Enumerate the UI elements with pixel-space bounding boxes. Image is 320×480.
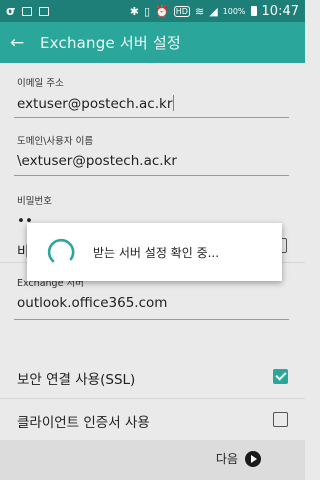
bluetooth-icon: ✱ [129, 4, 140, 18]
progress-dialog: 받는 서버 설정 확인 중... [27, 223, 282, 281]
sigma-icon: σ [6, 4, 16, 18]
bottom-bar: 다음 [0, 440, 305, 480]
progress-message: 받는 서버 설정 확인 중... [93, 245, 220, 260]
ssl-checkbox[interactable] [273, 369, 288, 384]
ssl-option-label: 보안 연결 사용(SSL) [17, 372, 136, 388]
ssl-option-row[interactable]: 보안 연결 사용(SSL) [0, 356, 305, 396]
password-field-group: 비밀번호 •• [0, 183, 305, 229]
app-bar: ← Exchange 서버 설정 [0, 22, 305, 63]
status-bar: σ ✱ ▯ ⏰ HD ≋ ◢ 100% 10:47 [0, 0, 305, 22]
signal-icon: ◢ [209, 4, 218, 18]
next-label: 다음 [215, 452, 238, 466]
email-underline [14, 117, 289, 118]
email-input[interactable]: extuser@postech.ac.kr [17, 95, 175, 112]
next-arrow-icon [245, 450, 261, 467]
text-cursor [173, 95, 175, 111]
screenshot-icon [39, 6, 50, 16]
domain-user-underline [14, 175, 289, 176]
divider [0, 398, 305, 399]
battery-percent: 100% [222, 6, 246, 16]
email-label: 이메일 주소 [17, 78, 64, 89]
back-arrow-icon[interactable]: ← [10, 33, 34, 53]
next-button[interactable]: 다음 [216, 450, 261, 467]
domain-user-field-group: 도메인\사용자 이름 \extuser@postech.ac.kr [0, 123, 305, 183]
loading-spinner-icon [47, 238, 75, 263]
vibrate-icon: ▯ [144, 4, 151, 18]
clock: 10:47 [261, 3, 299, 19]
client-cert-checkbox[interactable] [273, 412, 288, 427]
email-value: extuser@postech.ac.kr [17, 96, 173, 112]
alarm-icon: ⏰ [155, 4, 169, 18]
exchange-server-underline [14, 319, 289, 320]
gallery-icon [22, 6, 33, 16]
password-label: 비밀번호 [17, 196, 52, 207]
client-cert-option-label: 클라이언트 인증서 사용 [17, 415, 150, 431]
domain-user-label: 도메인\사용자 이름 [17, 136, 94, 147]
email-field-group: 이메일 주소 extuser@postech.ac.kr [0, 63, 305, 123]
page-title: Exchange 서버 설정 [40, 34, 181, 52]
client-cert-option-row[interactable]: 클라이언트 인증서 사용 [0, 400, 305, 440]
battery-icon [250, 6, 257, 16]
domain-user-input[interactable]: \extuser@postech.ac.kr [17, 153, 177, 169]
exchange-server-input[interactable]: outlook.office365.com [17, 295, 167, 311]
wifi-icon: ≋ [194, 4, 205, 18]
hd-icon: HD [173, 5, 190, 17]
